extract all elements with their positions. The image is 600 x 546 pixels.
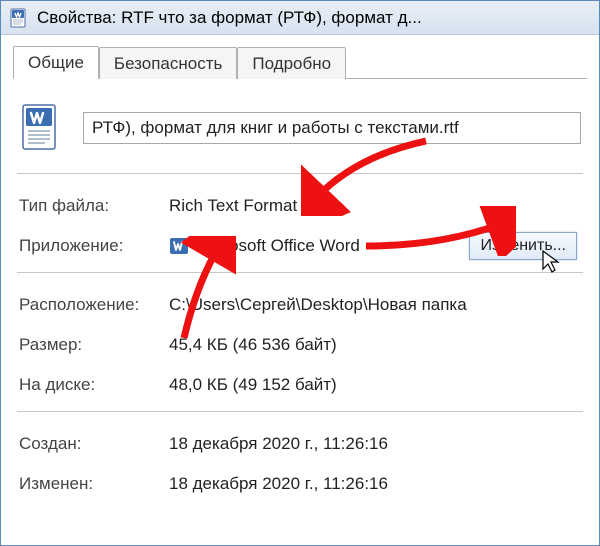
row-size-on-disk: На диске: 48,0 КБ (49 152 байт) bbox=[19, 365, 583, 405]
tab-security[interactable]: Безопасность bbox=[99, 47, 237, 79]
label-location: Расположение: bbox=[19, 295, 169, 315]
titlebar[interactable]: Свойства: RTF что за формат (РТФ), форма… bbox=[1, 1, 599, 35]
value-size-on-disk: 48,0 КБ (49 152 байт) bbox=[169, 375, 583, 395]
row-filetype: Тип файла: Rich Text Format (.rtf) bbox=[19, 186, 583, 226]
label-opens-with: Приложение: bbox=[19, 236, 169, 256]
row-opens-with: Приложение: Microsoft Office Word Измени… bbox=[19, 226, 583, 266]
row-location: Расположение: C:\Users\Сергей\Desktop\Но… bbox=[19, 285, 583, 325]
tab-details[interactable]: Подробно bbox=[237, 47, 346, 79]
value-filetype: Rich Text Format (.rtf) bbox=[169, 196, 583, 216]
tab-strip: Общие Безопасность Подробно bbox=[13, 45, 587, 78]
filename-input[interactable] bbox=[83, 112, 581, 144]
word-document-icon bbox=[9, 8, 29, 28]
label-filetype: Тип файла: bbox=[19, 196, 169, 216]
tab-general[interactable]: Общие bbox=[13, 46, 99, 79]
divider bbox=[17, 173, 583, 174]
label-size: Размер: bbox=[19, 335, 169, 355]
tabpanel-general: Тип файла: Rich Text Format (.rtf) Прило… bbox=[13, 78, 587, 508]
row-created: Создан: 18 декабря 2020 г., 11:26:16 bbox=[19, 424, 583, 464]
value-size: 45,4 КБ (46 536 байт) bbox=[169, 335, 583, 355]
value-created: 18 декабря 2020 г., 11:26:16 bbox=[169, 434, 583, 454]
row-modified: Изменен: 18 декабря 2020 г., 11:26:16 bbox=[19, 464, 583, 504]
properties-window: Свойства: RTF что за формат (РТФ), форма… bbox=[0, 0, 600, 546]
divider bbox=[17, 411, 583, 412]
value-opens-with: Microsoft Office Word bbox=[197, 236, 360, 256]
label-created: Создан: bbox=[19, 434, 169, 454]
label-size-on-disk: На диске: bbox=[19, 375, 169, 395]
word-app-icon bbox=[169, 236, 189, 256]
value-location: C:\Users\Сергей\Desktop\Новая папка bbox=[169, 295, 583, 315]
value-modified: 18 декабря 2020 г., 11:26:16 bbox=[169, 474, 583, 494]
divider bbox=[17, 272, 583, 273]
cursor-icon bbox=[541, 249, 561, 275]
label-modified: Изменен: bbox=[19, 474, 169, 494]
row-size: Размер: 45,4 КБ (46 536 байт) bbox=[19, 325, 583, 365]
window-title: Свойства: RTF что за формат (РТФ), форма… bbox=[37, 8, 591, 28]
file-type-large-icon bbox=[19, 103, 63, 153]
